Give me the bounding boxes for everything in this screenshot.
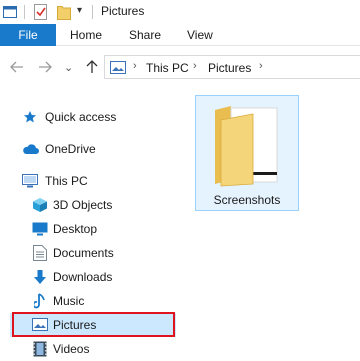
breadcrumb-this-pc[interactable]: This PC (146, 61, 189, 75)
window-title: Pictures (101, 4, 145, 18)
cube-icon (33, 198, 47, 212)
music-icon (34, 293, 45, 309)
toolbar-separator (92, 5, 93, 19)
star-icon (24, 111, 36, 123)
sidebar-item-label: Downloads (53, 270, 113, 284)
sidebar-item-label: Pictures (53, 318, 97, 332)
sidebar-item-downloads[interactable]: Downloads (10, 265, 176, 289)
tab-home[interactable]: Home (70, 24, 102, 46)
chevron-down-icon[interactable]: ⌄ (64, 61, 73, 75)
tab-view[interactable]: View (187, 24, 213, 46)
sidebar-item-desktop[interactable]: Desktop (10, 217, 176, 241)
arrow-right-icon[interactable] (38, 61, 52, 73)
film-icon (33, 341, 47, 357)
tab-share[interactable]: Share (129, 24, 161, 46)
explorer-window-icon[interactable] (3, 5, 17, 19)
sidebar-item-label: This PC (45, 174, 88, 188)
sidebar-item-label: Documents (53, 246, 114, 260)
sidebar-item-documents[interactable]: Documents (10, 241, 176, 265)
computer-icon (22, 174, 38, 188)
properties-check-icon[interactable] (34, 4, 48, 20)
pictures-icon (32, 318, 48, 331)
sidebar-item-onedrive[interactable]: OneDrive (10, 137, 176, 161)
sidebar-item-music[interactable]: Music (10, 289, 176, 313)
sidebar-item-label: Desktop (53, 222, 98, 236)
ribbon-tabs: File Home Share View (0, 24, 360, 46)
customize-dropdown-icon[interactable]: ▾ (77, 5, 82, 16)
arrow-up-icon[interactable] (86, 60, 98, 74)
folder-icon (215, 106, 278, 187)
tab-file[interactable]: File (0, 24, 56, 46)
breadcrumb-separator: › (259, 60, 263, 72)
folder-name: Screenshots (213, 193, 281, 207)
sidebar-item-label: 3D Objects (53, 198, 113, 212)
cloud-icon (23, 144, 39, 154)
sidebar-item-pictures[interactable]: Pictures (10, 313, 176, 337)
folder-item-screenshots[interactable]: Screenshots (195, 95, 299, 211)
desktop-icon (32, 222, 48, 236)
document-icon (33, 245, 47, 261)
toolbar-separator (24, 5, 25, 19)
sidebar-item-label: OneDrive (45, 142, 96, 156)
sidebar-item-label: Quick access (45, 110, 117, 124)
breadcrumb-separator: › (193, 60, 197, 72)
sidebar-item-videos[interactable]: Videos (10, 337, 176, 361)
sidebar-item-label: Videos (53, 342, 90, 356)
sidebar-item-quick-access[interactable]: Quick access (10, 105, 176, 129)
breadcrumb-pictures[interactable]: Pictures (208, 61, 251, 75)
address-bar[interactable]: › This PC › Pictures › (104, 55, 360, 79)
download-icon (34, 270, 46, 284)
sidebar-item-label: Music (53, 294, 85, 308)
sidebar-item-this-pc[interactable]: This PC (10, 169, 176, 193)
title-bar: ▾ Pictures (0, 0, 360, 24)
pictures-location-icon (110, 61, 126, 74)
new-folder-icon[interactable] (57, 4, 71, 20)
arrow-left-icon[interactable] (10, 61, 24, 73)
breadcrumb-separator: › (133, 60, 137, 72)
sidebar-item-3d-objects[interactable]: 3D Objects (10, 193, 176, 217)
